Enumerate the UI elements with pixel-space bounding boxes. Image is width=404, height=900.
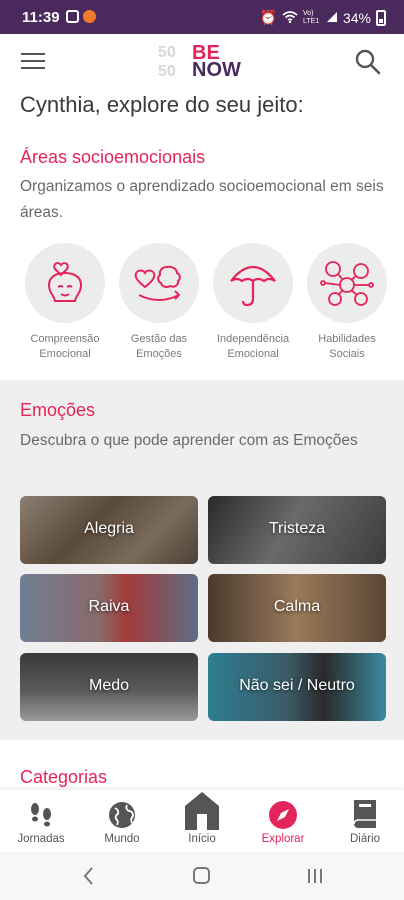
network-people-icon [307,243,387,323]
logo-number-top: 50 [158,44,176,61]
emotion-card-calma[interactable]: Calma [208,574,386,642]
bottom-nav: Jornadas Mundo Início Explorar Diário [0,790,404,852]
signal-icon [326,10,338,26]
nav-label: Mundo [104,833,140,845]
emotion-card-raiva[interactable]: Raiva [20,574,198,642]
nav-diario[interactable]: Diário [325,790,404,852]
area-label: Compreensão Emocional [30,333,100,360]
emotion-card-label: Raiva [88,598,130,615]
system-nav-bar [0,852,404,900]
nav-jornadas[interactable]: Jornadas [1,790,81,852]
areas-carousel[interactable]: Compreensão Emocional Gestão das Emoções… [20,240,404,365]
emotion-card-alegria[interactable]: Alegria [20,496,198,564]
areas-title: Áreas socioemocionais [20,147,206,167]
compass-icon [243,790,323,830]
status-bar: 11:39 ⏰ Vo) LTE1 34% [0,0,404,34]
emotion-card-tristeza[interactable]: Tristeza [208,496,386,564]
home-button-icon[interactable] [193,866,211,891]
globe-icon [82,790,162,830]
heart-brain-icon [119,243,199,323]
emotion-card-label: Não sei / Neutro [239,677,355,694]
search-icon[interactable] [354,48,382,76]
emotion-card-label: Tristeza [268,520,326,537]
nav-label: Início [188,833,216,845]
nav-label: Explorar [261,833,305,845]
alarm-icon: ⏰ [259,9,277,25]
recent-apps-icon[interactable] [306,866,324,891]
area-item-independencia[interactable]: Independência Emocional [208,240,298,362]
emotion-card-medo[interactable]: Medo [20,653,198,721]
footprints-icon [1,790,81,830]
battery-icon [376,9,386,26]
area-item-compreensao[interactable]: Compreensão Emocional [20,240,110,362]
nav-mundo[interactable]: Mundo [82,790,162,852]
umbrella-icon [213,243,293,323]
network-label: Vo) LTE1 [302,9,320,25]
logo-number-bottom: 50 [158,63,176,80]
emotions-title: Emoções [20,400,96,420]
emotion-card-neutro[interactable]: Não sei / Neutro [208,653,386,721]
area-item-gestao[interactable]: Gestão das Emoções [114,240,204,362]
status-time: 11:39 [22,9,60,26]
emotions-section: Emoções Descubra o que pode aprender com… [0,380,404,740]
emotion-card-label: Calma [273,598,321,615]
back-icon[interactable] [82,866,96,891]
wifi-icon [282,10,298,26]
area-label: Independência Emocional [216,333,290,360]
menu-icon[interactable] [21,53,45,71]
home-icon [162,790,242,830]
head-heart-icon [25,243,105,323]
areas-description: Organizamos o aprendizado socioemocional… [20,178,384,221]
nav-inicio[interactable]: Início [162,790,242,852]
area-label: Gestão das Emoções [130,333,188,360]
emotions-description: Descubra o que pode aprender com as Emoç… [20,432,358,449]
app-header: 50 50 BE NOW [0,34,404,90]
categories-title: Categorias [20,767,108,787]
emotion-card-label: Medo [88,677,130,694]
area-item-habilidades[interactable]: Habilidades Sociais [302,240,392,362]
gallery-notification-icon [66,10,79,23]
nav-label: Diário [349,833,381,845]
battery-percent: 34% [342,9,371,26]
nav-label: Jornadas [17,833,65,845]
status-right: ⏰ Vo) LTE1 34% [260,9,386,26]
area-label: Habilidades Sociais [318,333,376,360]
logo-now: NOW [192,59,241,81]
app-logo: 50 50 BE NOW [158,43,250,82]
nav-explorar[interactable]: Explorar [243,790,323,852]
greeting-heading: Cynthia, explore do seu jeito: [20,92,304,117]
app-notification-icon [83,10,96,23]
emotion-card-label: Alegria [84,520,134,537]
book-icon [325,790,404,830]
